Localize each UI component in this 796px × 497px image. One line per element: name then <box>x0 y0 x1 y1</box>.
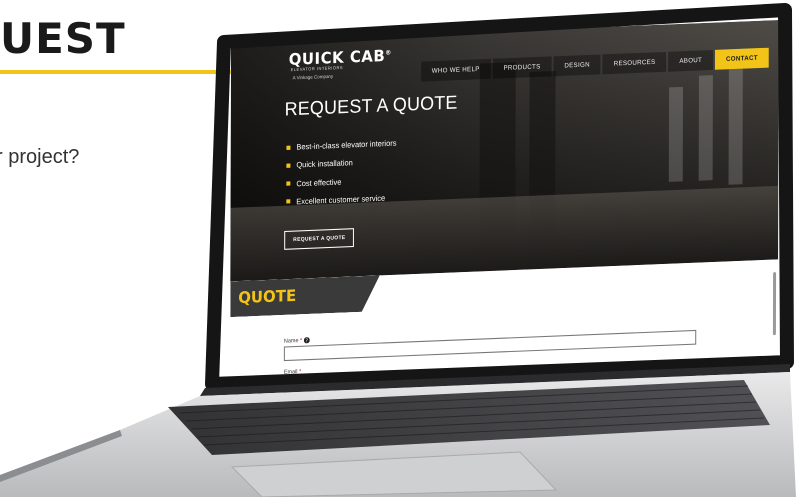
nav-item-about[interactable]: ABOUT <box>668 49 714 72</box>
hero-window <box>668 86 684 182</box>
nav-item-contact[interactable]: CONTACT <box>715 47 769 70</box>
list-item: Excellent customer service <box>286 193 396 207</box>
background-question-text: r project? <box>0 146 80 168</box>
site-logo-subtitle: ELEVATOR INTERIORS <box>290 64 344 73</box>
background-heading-underline <box>0 70 256 74</box>
svg-text:?: ? <box>305 338 308 344</box>
site-logo-tagline: A Vinkage Company <box>292 73 334 81</box>
hero-section: QUICK CAB® ELEVATOR INTERIORS A Vinkage … <box>230 20 779 282</box>
request-quote-button[interactable]: REQUEST A QUOTE <box>284 228 355 250</box>
bullet-square-icon <box>286 199 291 204</box>
question-circle-icon[interactable]: ? <box>303 337 310 344</box>
list-item: Quick installation <box>286 156 396 170</box>
main-nav: WHO WE HELP PRODUCTS DESIGN RESOURCES AB… <box>419 47 769 82</box>
required-marker: * <box>300 337 303 345</box>
scrollbar[interactable] <box>772 272 777 336</box>
nav-item-products[interactable]: PRODUCTS <box>492 56 552 79</box>
name-label-text: Name <box>283 337 299 345</box>
bullet-text: Best-in-class elevator interiors <box>296 138 397 152</box>
hero-window <box>728 68 743 185</box>
bullet-square-icon <box>286 181 291 186</box>
hero-window <box>698 75 713 181</box>
bullet-text: Excellent customer service <box>296 193 386 207</box>
nav-item-design[interactable]: DESIGN <box>553 54 601 77</box>
quote-section-title: QUOTE <box>238 286 297 308</box>
bullet-text: Cost effective <box>296 176 342 189</box>
quote-form: Name * ? Email * <box>283 321 703 399</box>
required-marker: * <box>299 369 302 376</box>
nav-item-resources[interactable]: RESOURCES <box>602 51 667 75</box>
bullet-text: Quick installation <box>296 158 353 170</box>
nav-item-who-we-help[interactable]: WHO WE HELP <box>420 58 491 82</box>
hero-title: REQUEST A QUOTE <box>284 91 458 120</box>
list-item: Best-in-class elevator interiors <box>286 138 396 152</box>
background-heading: UEST <box>0 14 126 63</box>
hero-bullet-list: Best-in-class elevator interiors Quick i… <box>286 138 396 215</box>
list-item: Cost effective <box>286 175 396 189</box>
bullet-square-icon <box>286 145 291 150</box>
bullet-square-icon <box>286 163 291 168</box>
site-logo-registered: ® <box>385 49 392 57</box>
laptop-screen: QUICK CAB® ELEVATOR INTERIORS A Vinkage … <box>229 20 779 399</box>
email-label-text: Email <box>283 369 298 377</box>
